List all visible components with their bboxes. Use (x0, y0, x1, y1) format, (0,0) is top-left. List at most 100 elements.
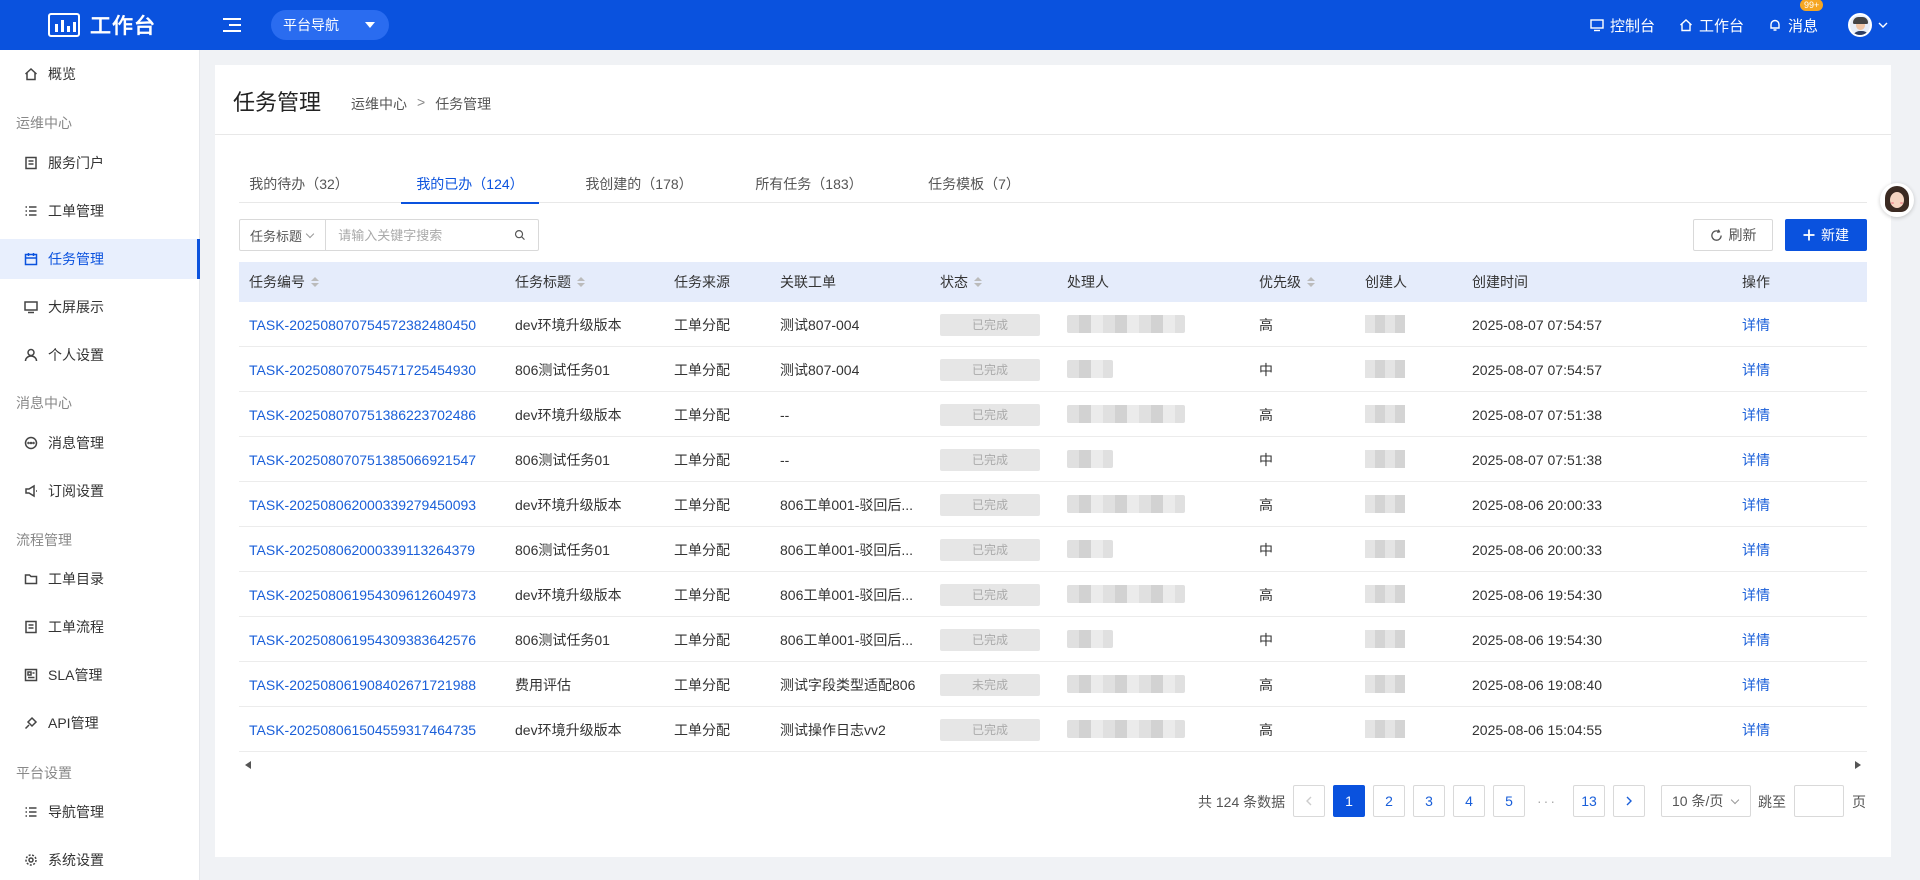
task-id-link[interactable]: TASK-202508062000339279450093 (249, 482, 476, 527)
handler-redacted (1067, 675, 1185, 693)
detail-link[interactable]: 详情 (1742, 482, 1770, 527)
sort-icon[interactable] (311, 277, 319, 287)
related-ticket-cell: 测试807-004 (780, 361, 860, 378)
task-id-link[interactable]: TASK-202508061908402671721988 (249, 662, 476, 707)
detail-link[interactable]: 详情 (1742, 302, 1770, 347)
page-button-5[interactable]: 5 (1493, 785, 1525, 817)
sla-board-icon (24, 668, 38, 682)
search-field-select[interactable]: 任务标题 (240, 220, 327, 250)
handler-redacted (1067, 405, 1185, 423)
scroll-right-icon[interactable] (1855, 761, 1861, 769)
search-input[interactable] (326, 220, 515, 250)
page-button-last[interactable]: 13 (1573, 785, 1605, 817)
detail-link[interactable]: 详情 (1742, 527, 1770, 572)
menu-collapse-icon[interactable] (223, 15, 243, 35)
status-cell: 已完成 (940, 302, 1040, 347)
tab-all-tasks[interactable]: 所有任务（183） (739, 165, 879, 203)
task-id-link[interactable]: TASK-202508061954309383642576 (249, 617, 476, 662)
sidebar-item-label: 订阅设置 (48, 483, 104, 499)
page-button-2[interactable]: 2 (1373, 785, 1405, 817)
new-task-button[interactable]: 新建 (1785, 219, 1867, 251)
col-priority[interactable]: 优先级 (1259, 262, 1315, 302)
creator-redacted (1365, 450, 1405, 468)
prev-page-button[interactable] (1293, 785, 1325, 817)
status-badge: 已完成 (940, 358, 1040, 381)
detail-link[interactable]: 详情 (1742, 392, 1770, 437)
col-created-time: 创建时间 (1472, 262, 1528, 302)
sort-icon[interactable] (577, 277, 585, 287)
task-id-link[interactable]: TASK-202508070754572382480450 (249, 302, 476, 347)
page-button-4[interactable]: 4 (1453, 785, 1485, 817)
task-id-link[interactable]: TASK-202508070751386223702486 (249, 392, 476, 437)
sidebar-item-message-management[interactable]: 消息管理 (0, 423, 200, 463)
sidebar-item-personal-settings[interactable]: 个人设置 (0, 335, 200, 375)
horizontal-scrollbar[interactable] (239, 758, 1867, 772)
sidebar-item-overview[interactable]: 概览 (0, 54, 200, 94)
related-ticket-cell: 测试字段类型适配806 (780, 676, 916, 693)
search-icon[interactable] (514, 228, 526, 242)
home-icon (24, 67, 38, 81)
task-id-link[interactable]: TASK-202508070754571725454930 (249, 347, 476, 392)
jump-page-input[interactable] (1794, 785, 1844, 817)
task-id-link[interactable]: TASK-202508070751385066921547 (249, 437, 476, 482)
sidebar-item-label: 系统设置 (48, 852, 104, 868)
sidebar-item-label: SLA管理 (48, 667, 103, 683)
detail-link[interactable]: 详情 (1742, 617, 1770, 662)
task-id-link[interactable]: TASK-202508061504559317464735 (249, 707, 476, 752)
sidebar-item-ticket-management[interactable]: 工单管理 (0, 191, 200, 231)
workbench-link[interactable]: 工作台 (1679, 15, 1744, 36)
col-label: 任务来源 (674, 274, 730, 290)
detail-link[interactable]: 详情 (1742, 572, 1770, 617)
task-id-link[interactable]: TASK-202508061954309612604973 (249, 572, 476, 617)
sort-icon[interactable] (1307, 277, 1315, 287)
related-ticket-cell: 806工单001-驳回后... (780, 541, 914, 558)
sidebar-item-api-management[interactable]: API管理 (0, 703, 200, 743)
col-task-title[interactable]: 任务标题 (515, 262, 585, 302)
task-id-link[interactable]: TASK-202508062000339113264379 (249, 527, 475, 572)
sidebar-item-system-settings[interactable]: 系统设置 (0, 840, 200, 880)
sort-icon[interactable] (974, 277, 982, 287)
assistant-avatar[interactable] (1880, 183, 1914, 217)
refresh-button[interactable]: 刷新 (1693, 219, 1773, 251)
breadcrumb-item[interactable]: 运维中心 (351, 94, 407, 114)
task-title-cell: 806测试任务01 (515, 361, 610, 378)
top-links: 控制台 工作台 消息 99+ (1590, 0, 1920, 50)
console-link[interactable]: 控制台 (1590, 15, 1655, 36)
sidebar-item-big-screen[interactable]: 大屏展示 (0, 287, 200, 327)
sidebar-item-ticket-catalog[interactable]: 工单目录 (0, 559, 200, 599)
next-page-button[interactable] (1613, 785, 1645, 817)
sidebar-item-sla-management[interactable]: SLA管理 (0, 655, 200, 695)
created-time-cell: 2025-08-06 15:04:55 (1472, 721, 1602, 738)
tab-task-templates[interactable]: 任务模板（7） (909, 165, 1039, 203)
detail-link[interactable]: 详情 (1742, 707, 1770, 752)
task-source-cell: 工单分配 (674, 451, 730, 468)
sidebar: 概览 运维中心 服务门户 工单管理 任务管理 大屏展示 个人设置 消息中心 消息… (0, 50, 200, 880)
page-header: 任务管理 运维中心 > 任务管理 (215, 65, 1891, 135)
messages-link[interactable]: 消息 99+ (1768, 0, 1824, 36)
sidebar-item-service-portal[interactable]: 服务门户 (0, 143, 200, 183)
scroll-left-icon[interactable] (245, 761, 251, 769)
detail-link[interactable]: 详情 (1742, 437, 1770, 482)
col-task-id[interactable]: 任务编号 (249, 262, 319, 302)
tab-created-by-me[interactable]: 我创建的（178） (569, 165, 709, 203)
brand[interactable]: 工作台 (48, 0, 156, 50)
sidebar-item-nav-management[interactable]: 导航管理 (0, 792, 200, 832)
task-title-cell: 806测试任务01 (515, 451, 610, 468)
col-status[interactable]: 状态 (940, 262, 982, 302)
user-menu[interactable] (1848, 13, 1888, 37)
col-label: 创建人 (1365, 274, 1407, 290)
page-button-3[interactable]: 3 (1413, 785, 1445, 817)
sidebar-item-ticket-flow[interactable]: 工单流程 (0, 607, 200, 647)
col-label: 处理人 (1067, 274, 1109, 290)
page-ellipsis[interactable]: ··· (1537, 785, 1557, 817)
page-button-1[interactable]: 1 (1333, 785, 1365, 817)
task-title-cell: dev环境升级版本 (515, 721, 622, 738)
detail-link[interactable]: 详情 (1742, 347, 1770, 392)
page-size-select[interactable]: 10 条/页 (1661, 785, 1751, 817)
tab-my-todo[interactable]: 我的待办（32） (239, 165, 359, 203)
platform-nav-select[interactable]: 平台导航 (271, 10, 389, 40)
tab-my-done[interactable]: 我的已办（124） (401, 165, 539, 204)
sidebar-item-subscription-settings[interactable]: 订阅设置 (0, 471, 200, 511)
sidebar-item-task-management[interactable]: 任务管理 (0, 239, 200, 279)
detail-link[interactable]: 详情 (1742, 662, 1770, 707)
